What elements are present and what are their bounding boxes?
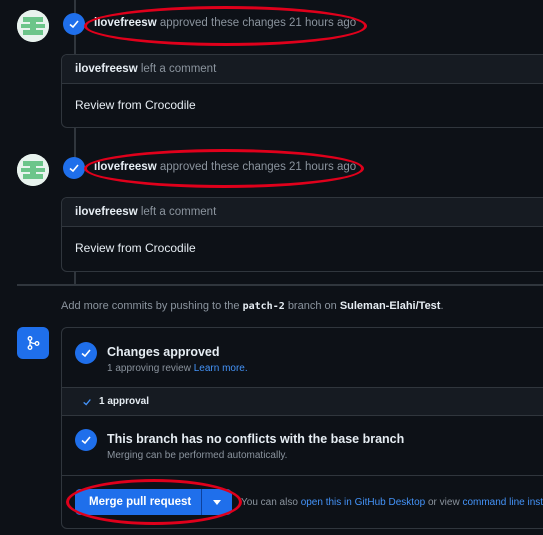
timeline-divider: [17, 284, 543, 286]
hint-middle: branch on: [287, 300, 337, 312]
comment-author[interactable]: ilovefreesw: [75, 206, 138, 218]
merge-auto-text: Merging can be performed automatically.: [107, 450, 288, 461]
approved-check-badge: [63, 157, 85, 179]
approval-count: 1 approval: [99, 396, 150, 407]
comment-text: Review from Crocodile: [75, 241, 196, 255]
also-prefix: You can also: [241, 497, 298, 508]
hint-suffix: .: [440, 300, 444, 312]
comment-action: left a comment: [140, 63, 217, 75]
comment-header: ilovefreesw left a comment: [62, 198, 543, 227]
approved-check-badge: [63, 13, 85, 35]
check-icon: [81, 436, 91, 445]
timeline-line: [74, 270, 76, 284]
comment-body: Review from Crocodile: [62, 84, 543, 112]
branch-name: patch-2: [242, 301, 285, 312]
comment-header: ilovefreesw left a comment: [62, 55, 543, 84]
timeline-line: [74, 126, 76, 158]
approving-review-count: 1 approving review: [107, 363, 191, 374]
check-icon: [69, 164, 79, 173]
repo-name[interactable]: Suleman-Elahi/Test: [340, 300, 441, 312]
comment-body: Review from Crocodile: [62, 227, 543, 255]
approving-review-text: 1 approving review Learn more.: [107, 363, 248, 374]
commit-hint: Add more commits by pushing to the patch…: [61, 300, 444, 312]
annotation-ellipse: [84, 6, 367, 46]
annotation-ellipse: [66, 479, 242, 525]
git-merge-icon: [27, 336, 40, 350]
user-avatar[interactable]: [17, 10, 49, 42]
or-view-text: or view: [427, 497, 460, 508]
comment-author[interactable]: ilovefreesw: [75, 63, 138, 75]
check-icon: [81, 349, 91, 358]
no-conflicts-status-icon: [75, 429, 97, 451]
annotation-ellipse: [84, 149, 364, 188]
changes-approved-title: Changes approved: [107, 345, 220, 359]
command-line-link[interactable]: command line instruct: [462, 497, 543, 508]
check-icon: [69, 20, 79, 29]
check-icon: [83, 399, 91, 406]
github-desktop-link[interactable]: open this in GitHub Desktop: [301, 497, 426, 508]
review-comment: ilovefreesw left a comment Review from C…: [61, 197, 543, 272]
merge-alternatives-text: You can also open this in GitHub Desktop…: [241, 497, 543, 508]
approved-status-icon: [75, 342, 97, 364]
avatar-identicon: [17, 10, 49, 42]
merge-status-icon: [17, 327, 49, 359]
user-avatar[interactable]: [17, 154, 49, 186]
no-conflicts-title: This branch has no conflicts with the ba…: [107, 432, 405, 446]
approvals-row[interactable]: 1 approval: [62, 387, 543, 416]
comment-text: Review from Crocodile: [75, 98, 196, 112]
review-comment: ilovefreesw left a comment Review from C…: [61, 54, 543, 128]
comment-action: left a comment: [140, 206, 217, 218]
hint-prefix: Add more commits by pushing to the: [61, 300, 240, 312]
avatar-identicon: [17, 154, 49, 186]
learn-more-link[interactable]: Learn more.: [194, 363, 248, 374]
